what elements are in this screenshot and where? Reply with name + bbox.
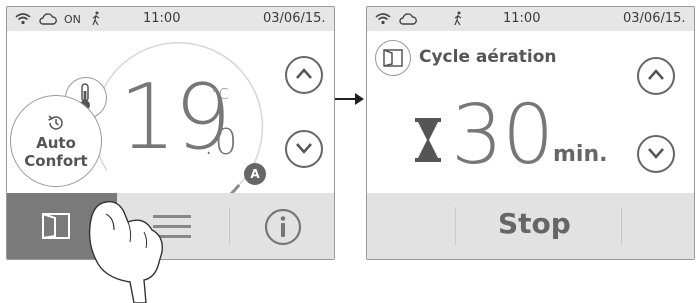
clock-cycle-icon xyxy=(48,115,63,130)
duration-unit: min. xyxy=(553,142,608,167)
window-badge xyxy=(375,40,411,76)
mode-line-2: Confort xyxy=(24,152,88,170)
duration-value: 30 xyxy=(451,88,554,183)
toolbar-divider xyxy=(621,207,622,245)
temperature-unit: °C xyxy=(211,85,229,103)
toolbar-divider xyxy=(229,207,230,245)
duration-up-button[interactable] xyxy=(637,57,675,95)
info-icon xyxy=(264,208,302,246)
auto-mode-badge: A xyxy=(244,163,266,185)
bottom-toolbar: Stop xyxy=(367,193,694,259)
chevron-down-icon xyxy=(648,148,664,159)
chevron-up-icon xyxy=(296,68,312,79)
chevron-up-icon xyxy=(648,69,664,80)
stop-button[interactable]: Stop xyxy=(498,207,571,240)
hourglass-icon xyxy=(415,118,441,162)
chevron-down-icon xyxy=(296,143,312,154)
walking-person-icon xyxy=(453,11,463,26)
temperature-up-button[interactable] xyxy=(285,56,323,94)
status-date: 03/06/15. xyxy=(623,11,686,26)
status-bar: 11:00 03/06/15. xyxy=(367,7,694,31)
window-icon xyxy=(383,49,403,67)
transition-arrow-icon xyxy=(335,93,364,105)
duration-down-button[interactable] xyxy=(637,135,675,173)
aeration-cycle-screen: 11:00 03/06/15. Cycle aération 30 min. S… xyxy=(366,6,695,260)
temperature-down-button[interactable] xyxy=(285,130,323,168)
mode-selector[interactable]: Auto Confort xyxy=(10,95,102,187)
window-icon xyxy=(42,213,70,239)
mode-line-1: Auto xyxy=(36,134,76,152)
status-time: 11:00 xyxy=(503,11,541,26)
temperature-decimal: .0 xyxy=(203,122,238,163)
cloud-icon xyxy=(399,13,417,25)
screen-title: Cycle aération xyxy=(419,47,557,67)
wifi-icon xyxy=(375,12,391,25)
pointing-hand-illustration xyxy=(88,201,163,303)
toolbar-divider xyxy=(455,207,456,245)
info-button[interactable] xyxy=(263,207,303,247)
